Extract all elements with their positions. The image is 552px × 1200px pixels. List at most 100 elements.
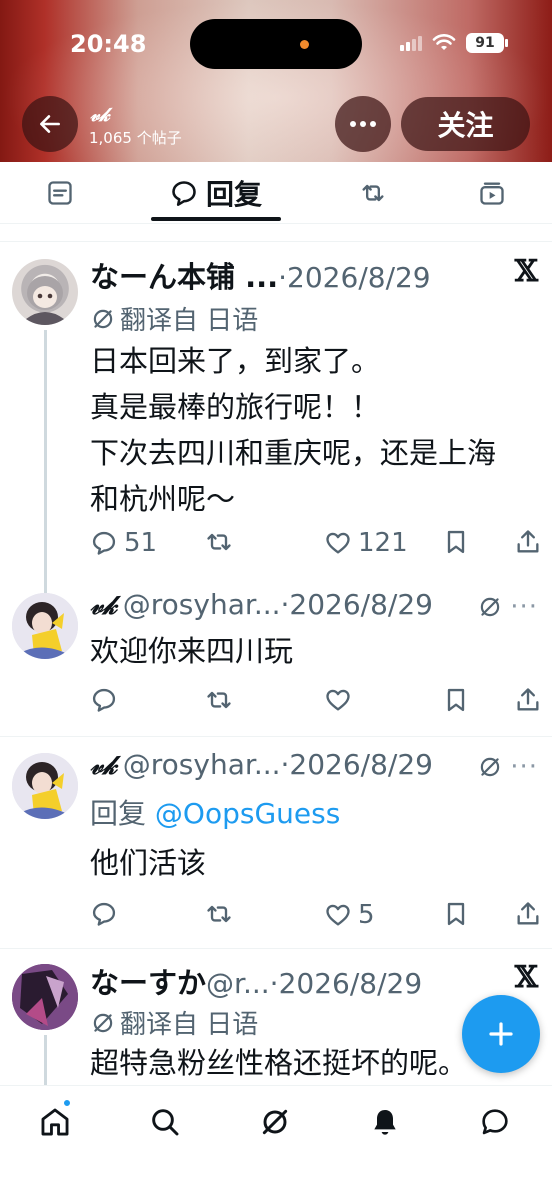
- reply-post[interactable]: 𝓋𝓀 @rosyhar... ·2026/8/29 ··· 回复 @OopsGu…: [0, 748, 552, 948]
- dynamic-island: [190, 19, 362, 69]
- nav-notifications[interactable]: [365, 1102, 405, 1142]
- post-date[interactable]: ·2026/8/29: [281, 748, 433, 781]
- avatar[interactable]: [12, 964, 78, 1030]
- post-divider: [0, 736, 552, 737]
- nav-home[interactable]: [35, 1102, 75, 1142]
- more-dots-icon: [350, 121, 376, 127]
- tab-replies[interactable]: 回复: [151, 162, 281, 224]
- nav-grok[interactable]: [255, 1102, 295, 1142]
- mention-link[interactable]: @OopsGuess: [155, 797, 340, 830]
- post-date[interactable]: ·2026/8/29: [278, 261, 430, 294]
- tab-replies-label: 回复: [205, 178, 262, 211]
- post-text-line: 日本回来了，到家了。: [90, 344, 381, 378]
- post-text: 欢迎你来四川玩: [90, 628, 540, 674]
- nav-search[interactable]: [145, 1102, 185, 1142]
- reply-button[interactable]: 51: [90, 528, 157, 558]
- profile-post-count: 1,065 个帖子: [89, 129, 182, 147]
- back-arrow-icon: [40, 115, 60, 133]
- translation-note[interactable]: 翻译自 日语: [90, 1004, 258, 1041]
- author-name[interactable]: なーすか: [90, 960, 206, 1002]
- repost-button[interactable]: [205, 686, 239, 714]
- reply-icon: [92, 531, 116, 555]
- avatar[interactable]: [12, 593, 78, 659]
- back-button[interactable]: [22, 96, 78, 152]
- reply-post[interactable]: 𝓋𝓀 @rosyhar... ·2026/8/29 ··· 欢迎你来四川玩: [0, 588, 552, 736]
- reply-icon: [92, 902, 116, 926]
- bookmark-button[interactable]: [442, 900, 470, 928]
- bookmark-icon: [447, 902, 465, 926]
- reply-button[interactable]: [90, 686, 124, 714]
- tab-media[interactable]: [462, 162, 522, 224]
- post-divider: [0, 948, 552, 949]
- share-icon: [517, 688, 539, 711]
- avatar[interactable]: [12, 259, 78, 325]
- profile-tabs: 回复: [0, 162, 552, 224]
- bell-icon: [374, 1110, 396, 1135]
- profile-name: 𝓋𝓀: [90, 104, 110, 126]
- cellular-signal-icon: [400, 35, 422, 51]
- more-options-button[interactable]: [335, 96, 391, 152]
- translation-label: 翻译自 日语: [120, 306, 259, 336]
- post-more-icon[interactable]: ···: [510, 752, 538, 782]
- author-name[interactable]: 𝓋𝓀: [90, 591, 117, 622]
- retweet-icon: [207, 905, 231, 923]
- share-button[interactable]: [514, 900, 542, 928]
- reply-icon: [172, 181, 196, 206]
- heart-icon: [326, 904, 350, 926]
- post-actions: 5: [90, 900, 542, 932]
- retweet-icon: [207, 533, 231, 551]
- post-actions: [90, 686, 542, 718]
- avatar[interactable]: [12, 753, 78, 819]
- battery-indicator: 91: [466, 33, 508, 53]
- author-name[interactable]: なーん本铺 ...: [90, 254, 278, 296]
- post-text: 日本回来了，到家了。 真是最棒的旅行呢！！ 下次去四川和重庆呢，还是上海 和杭州…: [90, 338, 540, 522]
- post-more-icon[interactable]: ···: [510, 592, 538, 622]
- active-tab-indicator: [151, 217, 281, 221]
- like-button[interactable]: 5: [324, 900, 375, 930]
- posts-icon: [48, 181, 72, 205]
- tab-posts[interactable]: [30, 162, 90, 224]
- repost-button[interactable]: [205, 900, 239, 928]
- nav-messages[interactable]: [475, 1102, 515, 1142]
- thread-post[interactable]: なーん本铺 ... ·2026/8/29 𝕏 翻译自 日语 日本回来了，到家了。…: [0, 242, 552, 595]
- tab-reposts[interactable]: [343, 162, 403, 224]
- grok-translate-icon[interactable]: [477, 594, 503, 620]
- grok-translate-icon[interactable]: [477, 754, 503, 780]
- reply-count: 51: [124, 528, 158, 558]
- avatar-image: [12, 964, 78, 1030]
- reply-button[interactable]: [90, 900, 124, 928]
- thread-connector: [44, 1035, 47, 1085]
- author-handle[interactable]: @rosyhar...: [123, 748, 281, 781]
- recording-indicator: [300, 40, 309, 49]
- share-button[interactable]: [514, 686, 542, 714]
- grok-translate-icon: [93, 1013, 113, 1032]
- media-icon: [480, 182, 504, 205]
- like-button[interactable]: [324, 686, 358, 714]
- grok-translate-icon: [93, 309, 113, 328]
- post-text-line: 和杭州呢～: [90, 482, 236, 516]
- bookmark-button[interactable]: [442, 528, 470, 556]
- status-time: 20:48: [70, 30, 147, 58]
- translation-note[interactable]: 翻译自 日语: [90, 300, 258, 337]
- reply-icon: [92, 688, 116, 712]
- follow-button[interactable]: 关注: [401, 97, 530, 151]
- replying-to: 回复 @OopsGuess: [90, 792, 340, 832]
- author-handle[interactable]: @r...: [206, 967, 270, 1000]
- repost-button[interactable]: [205, 528, 239, 556]
- compose-button[interactable]: [462, 995, 540, 1073]
- author-name[interactable]: 𝓋𝓀: [90, 751, 117, 782]
- avatar-image: [12, 753, 78, 819]
- post-header: 𝓋𝓀 @rosyhar... ·2026/8/29: [90, 748, 433, 782]
- post-header: 𝓋𝓀 @rosyhar... ·2026/8/29: [90, 588, 433, 622]
- bookmark-icon: [447, 688, 465, 712]
- post-date[interactable]: ·2026/8/29: [270, 967, 422, 1000]
- bookmark-button[interactable]: [442, 686, 470, 714]
- post-header: なーすか @r... ·2026/8/29: [90, 960, 422, 1002]
- author-handle[interactable]: @rosyhar...: [123, 588, 281, 621]
- replying-to-label: 回复: [90, 797, 147, 830]
- like-button[interactable]: 121: [324, 528, 408, 558]
- share-button[interactable]: [514, 528, 542, 556]
- post-date[interactable]: ·2026/8/29: [281, 588, 433, 621]
- like-count: 121: [358, 528, 408, 558]
- heart-icon: [326, 689, 350, 711]
